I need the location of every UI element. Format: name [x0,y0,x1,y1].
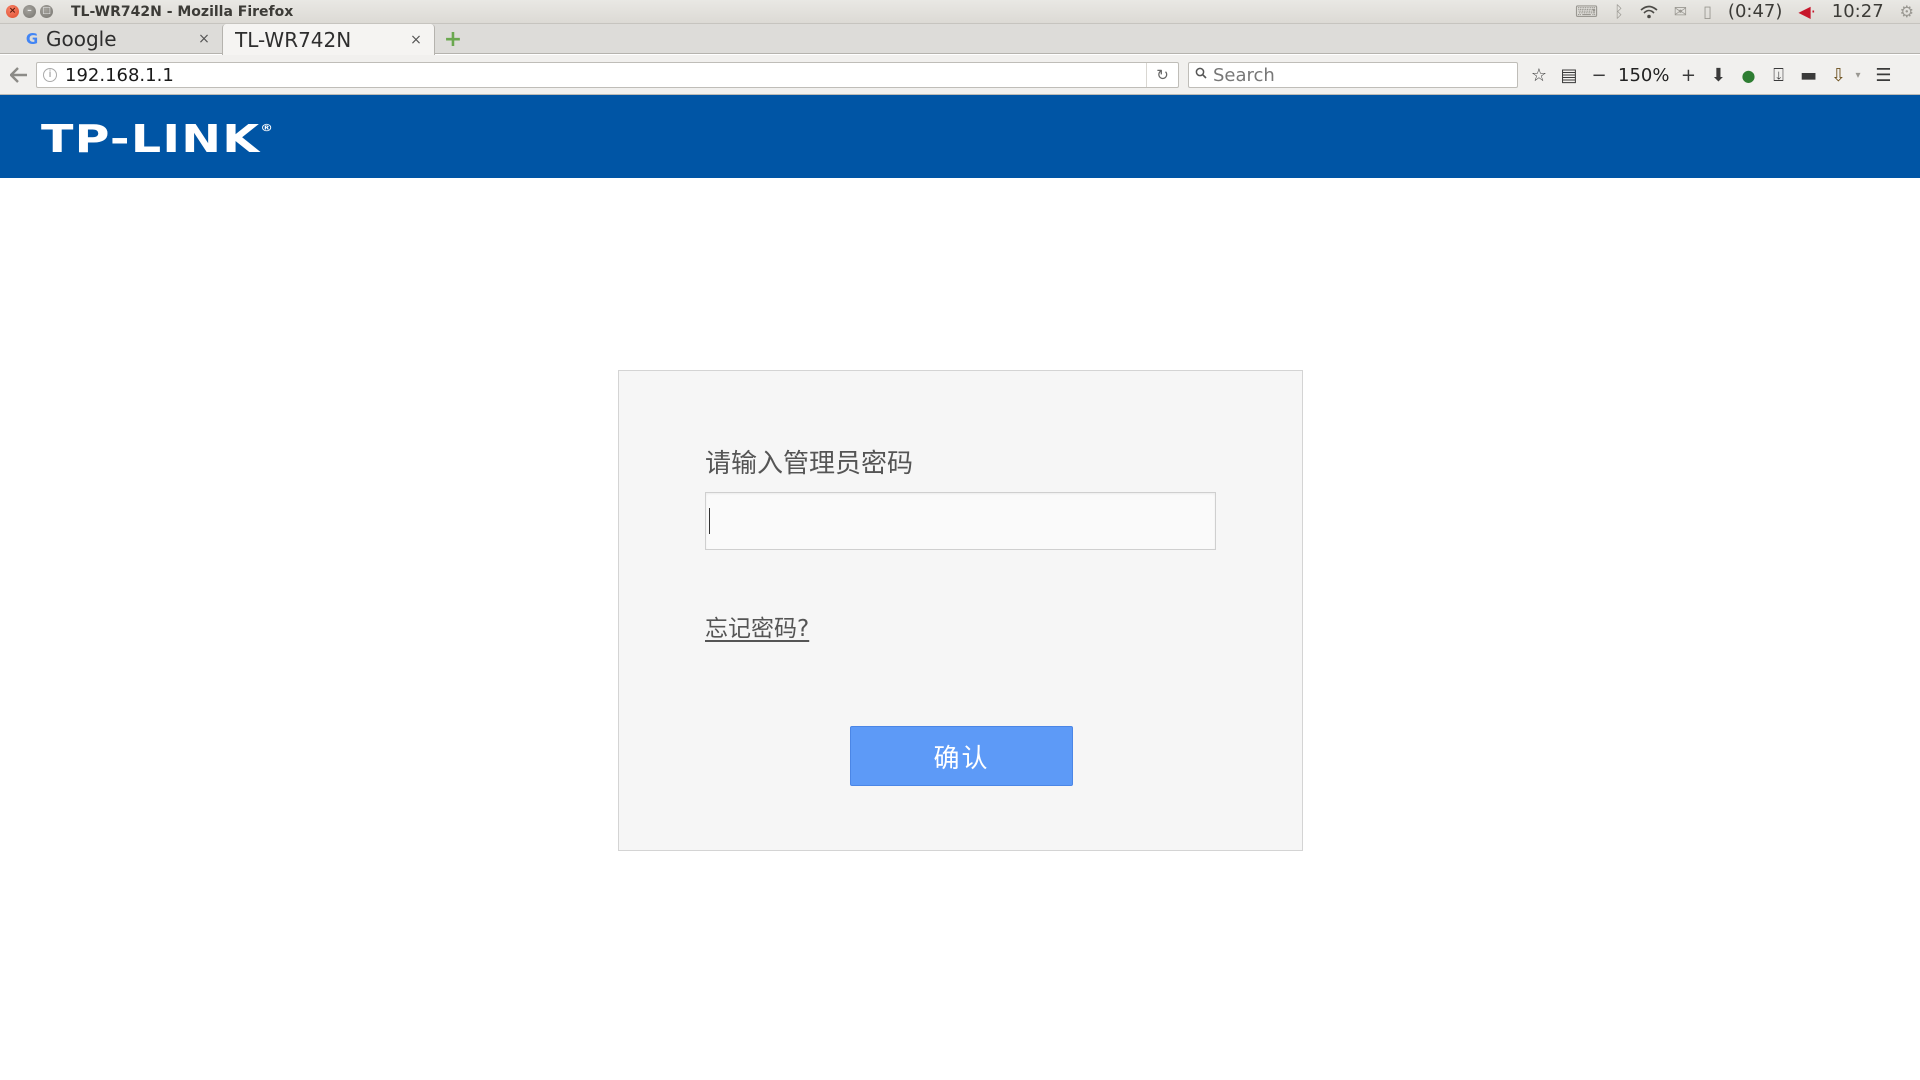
zoom-out-button[interactable]: − [1586,60,1612,90]
password-input[interactable] [705,492,1216,550]
navigation-toolbar: i 192.168.1.1 ↻ ☆ ▤ − 150% + ⬇ ● ⍗ ▬ ⇩ ▾… [0,55,1920,95]
url-text[interactable]: 192.168.1.1 [65,65,174,86]
volume-muted-icon[interactable]: ◀· [1798,0,1815,24]
clipboard-icon[interactable]: ▤ [1556,60,1582,90]
mail-icon[interactable]: ✉ [1674,0,1687,24]
forgot-password-link[interactable]: 忘记密码? [705,609,809,643]
tab-google[interactable]: G Google × [0,24,222,54]
brand-registered-mark: ® [260,123,275,134]
tab-close-icon[interactable]: × [406,32,426,48]
window-maximize-icon[interactable]: □ [40,5,53,18]
reload-icon[interactable]: ↻ [1146,63,1178,87]
battery-icon[interactable]: ▯ [1703,0,1712,24]
bluetooth-icon[interactable]: ᛒ [1614,0,1624,24]
password-prompt: 请输入管理员密码 [705,449,914,479]
window-title: TL-WR742N - Mozilla Firefox [71,3,294,20]
brand-name: TP-LINK [41,117,261,161]
screen-icon[interactable]: ▬ [1795,60,1821,90]
search-input[interactable] [1213,64,1517,86]
brand-header: TP-LINK® [0,95,1920,178]
hamburger-menu-icon[interactable]: ☰ [1871,60,1897,90]
toolbar-buttons: ☆ ▤ − 150% + ⬇ ● ⍗ ▬ ⇩ ▾ ☰ [1526,55,1901,95]
zoom-in-button[interactable]: + [1675,60,1701,90]
dropdown-chevron-icon[interactable]: ▾ [1855,70,1860,81]
window-controls: × – □ [6,5,57,18]
tp-link-logo: TP-LINK® [41,117,274,161]
downloader-icon[interactable]: ⇩ [1825,60,1851,90]
info-icon[interactable]: i [43,68,57,82]
tab-tl-wr742n[interactable]: TL-WR742N × [222,24,435,55]
zoom-level[interactable]: 150% [1616,60,1671,90]
login-panel: 请输入管理员密码 忘记密码? 确认 [618,370,1303,851]
settings-gear-icon[interactable]: ⚙ [1900,0,1914,24]
wifi-icon[interactable] [1640,0,1658,24]
tab-strip: G Google × TL-WR742N × + [0,24,1920,55]
google-favicon-icon: G [25,30,39,48]
save-icon[interactable]: ⍗ [1765,60,1791,90]
shield-icon[interactable]: ● [1735,60,1761,90]
search-icon [1195,67,1207,83]
new-tab-plus-icon[interactable]: + [440,26,466,52]
system-indicators: ⌨ ᛒ ✉ ▯ (0:47) ◀· 10:27 ⚙ [1559,0,1914,24]
text-caret [709,508,710,534]
web-page: TP-LINK® 请输入管理员密码 忘记密码? 确认 [0,95,1920,1080]
download-arrow-icon[interactable]: ⬇ [1705,60,1731,90]
search-bar[interactable] [1188,62,1518,88]
tab-close-icon[interactable]: × [194,31,214,47]
confirm-button[interactable]: 确认 [850,726,1073,786]
star-icon[interactable]: ☆ [1526,60,1552,90]
clock[interactable]: 10:27 [1832,0,1884,24]
window-close-icon[interactable]: × [6,5,19,18]
os-top-panel: × – □ TL-WR742N - Mozilla Firefox ⌨ ᛒ ✉ … [0,0,1920,24]
tab-label: TL-WR742N [235,27,352,52]
keyboard-icon[interactable]: ⌨ [1575,0,1598,24]
back-arrow-icon[interactable] [4,60,34,90]
url-bar[interactable]: i 192.168.1.1 ↻ [36,62,1179,88]
tab-label: Google [46,27,117,51]
window-minimize-icon[interactable]: – [23,5,36,18]
battery-time[interactable]: (0:47) [1728,0,1782,24]
